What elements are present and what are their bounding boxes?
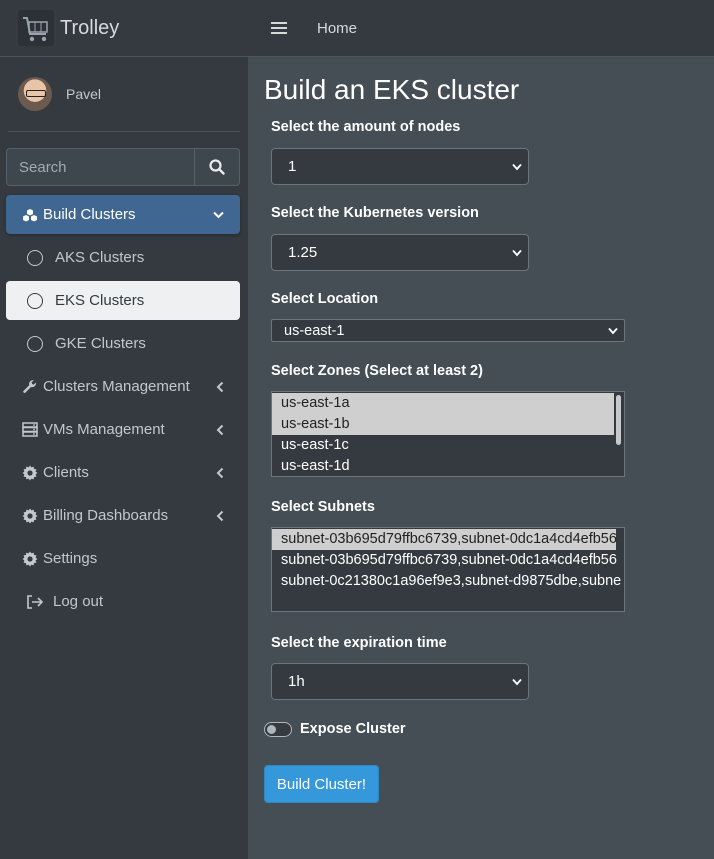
search-icon [209, 159, 225, 175]
menu-toggle-icon[interactable] [271, 21, 287, 35]
sidebar-search [6, 148, 240, 186]
sidebar-item-label: VMs Management [43, 421, 165, 438]
sidebar-item-label: Clients [43, 464, 89, 481]
sidebar-item-billing-dashboards[interactable]: Billing Dashboards [6, 496, 240, 535]
server-icon [21, 422, 39, 438]
build-cluster-button[interactable]: Build Cluster! [264, 765, 379, 803]
zone-option[interactable]: us-east-1a [272, 393, 614, 414]
nodes-select[interactable]: 1 [271, 148, 529, 185]
chevron-left-icon [216, 510, 224, 521]
expiration-label: Select the expiration time [271, 635, 447, 651]
gear-icon [21, 508, 39, 524]
sidebar-item-clusters-management[interactable]: Clusters Management [6, 367, 240, 406]
expiration-select[interactable]: 1h [271, 663, 529, 700]
chevron-down-icon [512, 678, 522, 685]
sidebar-item-label: Build Clusters [43, 206, 136, 223]
circle-icon [27, 292, 43, 309]
search-button[interactable] [194, 148, 240, 186]
chevron-left-icon [216, 424, 224, 435]
logout-icon [26, 594, 44, 610]
sidebar-item-label: EKS Clusters [55, 292, 145, 309]
top-navbar: Home [248, 0, 714, 57]
circle-icon [27, 249, 43, 266]
subnet-option[interactable]: subnet-0c21380c1a96ef9e3,subnet-d9875dbe… [272, 571, 624, 592]
user-name: Pavel [66, 86, 102, 102]
sidebar-item-clients[interactable]: Clients [6, 453, 240, 492]
zone-option[interactable]: us-east-1b [272, 414, 614, 435]
search-input[interactable] [6, 148, 194, 186]
location-select[interactable]: us-east-1 [271, 319, 625, 342]
expiration-select-value: 1h [288, 673, 305, 690]
toggle-knob [267, 724, 276, 734]
version-label: Select the Kubernetes version [271, 205, 479, 221]
avatar [18, 77, 52, 111]
home-link[interactable]: Home [317, 20, 357, 37]
sidebar-nav: Build Clusters AKS Clusters EKS Clusters… [6, 195, 240, 625]
gear-icon [21, 465, 39, 481]
version-select[interactable]: 1.25 [271, 234, 529, 271]
zones-label: Select Zones (Select at least 2) [271, 363, 483, 379]
subnet-option[interactable]: subnet-03b695d79ffbc6739,subnet-0dc1a4cd… [272, 550, 624, 571]
sidebar-item-vms-management[interactable]: VMs Management [6, 410, 240, 449]
sidebar-item-gke-clusters[interactable]: GKE Clusters [6, 324, 240, 363]
zones-listbox[interactable]: us-east-1a us-east-1b us-east-1c us-east… [271, 391, 625, 477]
sidebar: Trolley Pavel Build Clusters [0, 0, 248, 859]
cubes-icon [21, 207, 39, 223]
sidebar-item-label: GKE Clusters [55, 335, 146, 352]
gear-icon [21, 551, 39, 567]
user-panel[interactable]: Pavel [8, 57, 240, 132]
chevron-down-icon [213, 211, 224, 218]
sidebar-item-build-clusters[interactable]: Build Clusters [6, 195, 240, 234]
chevron-down-icon [512, 249, 522, 256]
zone-option[interactable]: us-east-1d [272, 456, 624, 476]
brand[interactable]: Trolley [0, 0, 248, 57]
location-label: Select Location [271, 291, 379, 307]
chevron-down-icon [512, 163, 522, 170]
sidebar-item-label: AKS Clusters [55, 249, 145, 266]
expose-cluster-label: Expose Cluster [300, 721, 406, 737]
sidebar-item-label: Log out [53, 593, 104, 610]
scrollbar[interactable] [616, 395, 621, 445]
sidebar-item-eks-clusters[interactable]: EKS Clusters [6, 281, 240, 320]
subnets-listbox[interactable]: subnet-03b695d79ffbc6739,subnet-0dc1a4cd… [271, 527, 625, 612]
main-content: Build an EKS cluster Select the amount o… [248, 57, 714, 859]
location-select-value: us-east-1 [284, 322, 345, 339]
chevron-down-icon [608, 327, 618, 334]
brand-name: Trolley [60, 16, 120, 39]
wrench-icon [21, 379, 39, 395]
chevron-left-icon [216, 467, 224, 478]
page-title: Build an EKS cluster [264, 74, 520, 105]
nodes-label: Select the amount of nodes [271, 119, 461, 135]
chevron-left-icon [216, 381, 224, 392]
sidebar-item-label: Clusters Management [43, 378, 190, 395]
subnets-label: Select Subnets [271, 499, 375, 515]
circle-icon [27, 335, 43, 352]
expose-cluster-toggle[interactable] [264, 722, 292, 737]
version-select-value: 1.25 [288, 244, 318, 261]
sidebar-item-label: Settings [43, 550, 98, 567]
subnet-option[interactable]: subnet-03b695d79ffbc6739,subnet-0dc1a4cd… [272, 529, 617, 550]
sidebar-item-settings[interactable]: Settings [6, 539, 240, 578]
zone-option[interactable]: us-east-1c [272, 435, 624, 456]
sidebar-item-log-out[interactable]: Log out [6, 582, 240, 621]
sidebar-item-label: Billing Dashboards [43, 507, 169, 524]
nodes-select-value: 1 [288, 158, 297, 175]
sidebar-item-aks-clusters[interactable]: AKS Clusters [6, 238, 240, 277]
trolley-logo-icon [18, 10, 54, 46]
